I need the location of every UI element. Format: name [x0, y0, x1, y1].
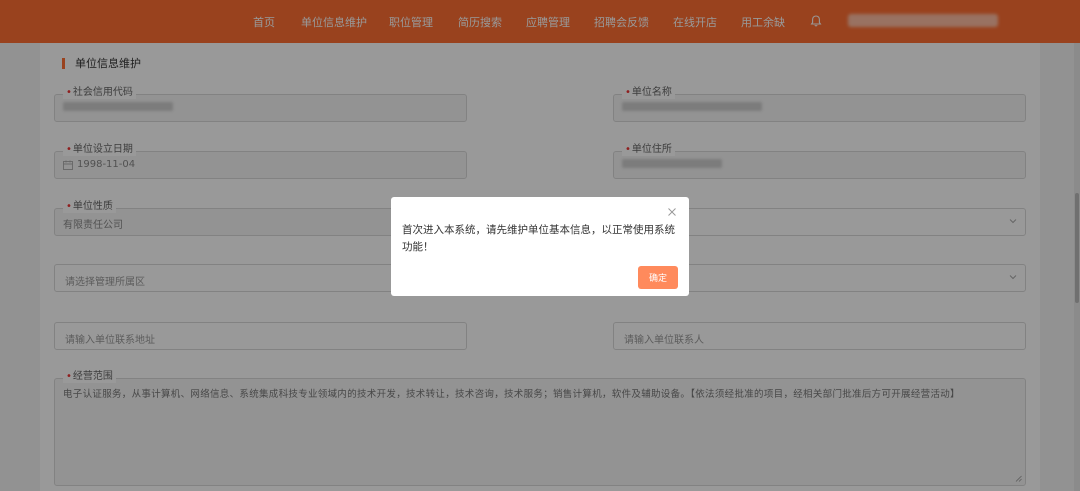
notice-dialog: 首次进入本系统，请先维护单位基本信息，以正常使用系统功能！ 确定 — [391, 197, 689, 296]
close-icon[interactable] — [667, 207, 677, 217]
dialog-message: 首次进入本系统，请先维护单位基本信息，以正常使用系统功能！ — [402, 224, 675, 253]
confirm-button[interactable]: 确定 — [638, 266, 678, 289]
